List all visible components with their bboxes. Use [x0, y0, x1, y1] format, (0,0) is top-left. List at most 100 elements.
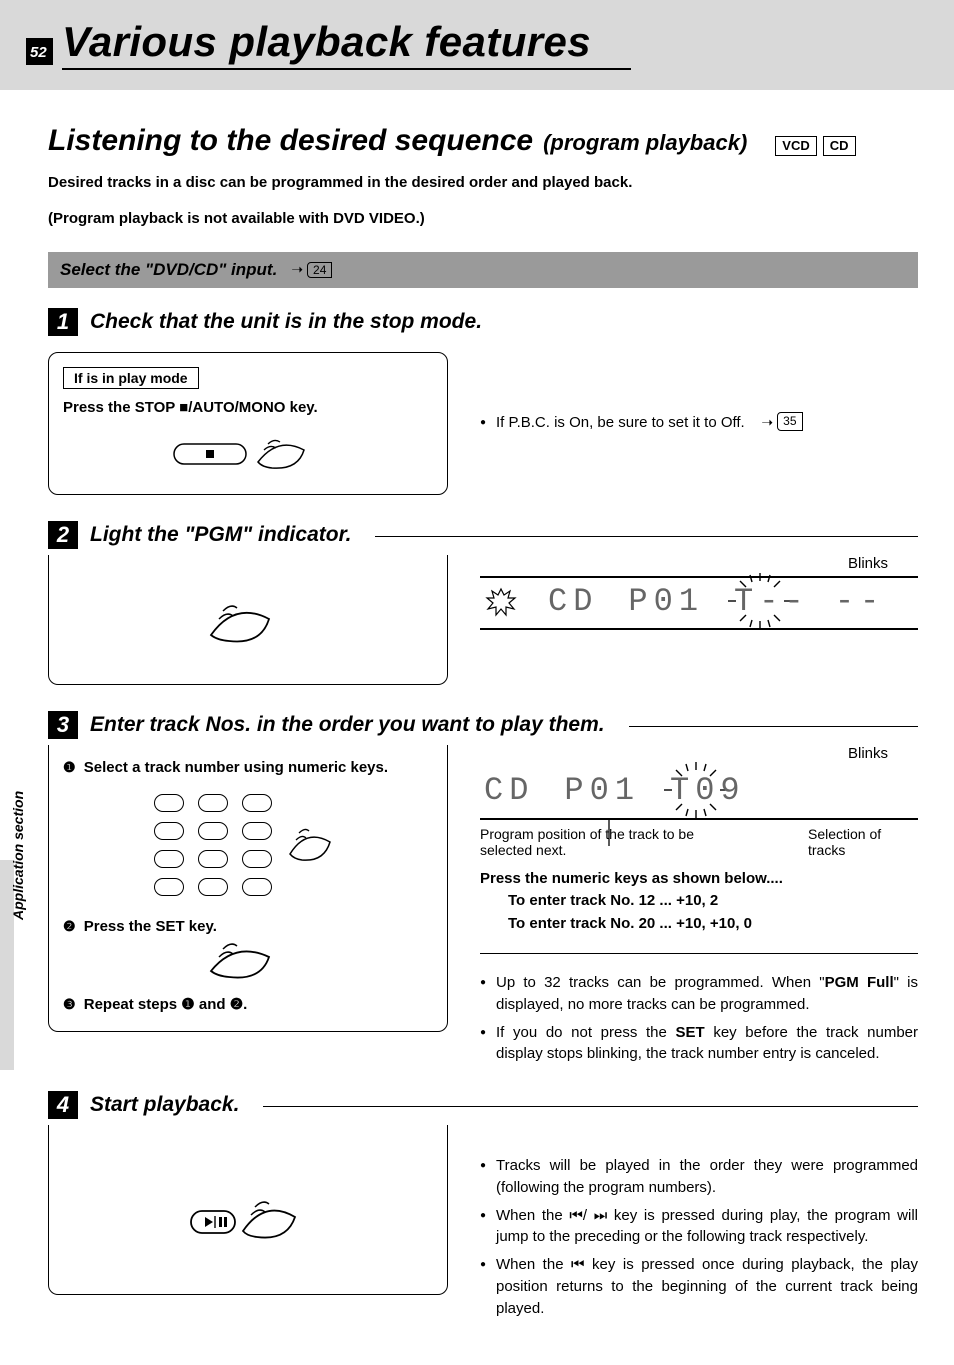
if-play-mode-label: If is in play mode [63, 367, 199, 389]
circ-2: ❷ [63, 918, 76, 935]
key-icon [242, 794, 272, 812]
play-pause-key-icon [183, 1189, 313, 1249]
lcd-display-1: CD P01 T-- -- [480, 576, 918, 630]
select-input-text: Select the "DVD/CD" input. [60, 260, 277, 280]
prev-key-note: When the ⏮ key is pressed once during pl… [480, 1254, 918, 1319]
sun-icon [484, 585, 518, 619]
note-b-bold: SET [675, 1024, 704, 1041]
key-icon [242, 878, 272, 896]
note-a-1: Up to 32 tracks can be programmed. When … [496, 974, 825, 991]
key-icon [154, 878, 184, 896]
key-icon [198, 850, 228, 868]
page-ref-box: 24 [307, 262, 332, 278]
numeric-entry-examples: Press the numeric keys as shown below...… [480, 868, 918, 936]
lcd-p01-2: P01 [564, 772, 640, 809]
section-subtitle: (program playback) [543, 130, 747, 156]
key-icon [198, 878, 228, 896]
step-4-box [48, 1125, 448, 1295]
lcd-cd-2: CD [484, 772, 534, 809]
press-12: To enter track No. 12 ... +10, 2 [480, 890, 918, 913]
step3-line1-text: Select a track number using numeric keys… [84, 759, 388, 776]
step3-line3: ❸ Repeat steps ❶ and ❷. [63, 995, 433, 1013]
stop-button-illustration [63, 430, 433, 476]
step-2-header: 2 Light the "PGM" indicator. [48, 521, 918, 549]
circ-1: ❶ [63, 759, 76, 776]
key-icon [154, 822, 184, 840]
step3-line2-text: Press the SET key. [84, 918, 217, 935]
step-2-right: Blinks CD P01 [480, 555, 918, 630]
press-20: To enter track No. 20 ... +10, +10, 0 [480, 913, 918, 936]
skip-key-note: When the ⏮/ ⏭ key is pressed during play… [480, 1205, 918, 1249]
step-number-4: 4 [48, 1091, 78, 1119]
page-ref-box-35: 35 [777, 412, 802, 431]
note-pgm-full: Up to 32 tracks can be programmed. When … [480, 972, 918, 1016]
step3-line1: ❶ Select a track number using numeric ke… [63, 759, 433, 776]
step-1-header: 1 Check that the unit is in the stop mod… [48, 308, 918, 336]
lcd-p01: P01 [628, 583, 704, 620]
playback-order-note: Tracks will be played in the order they … [480, 1155, 918, 1199]
press-header: Press the numeric keys as shown below...… [480, 868, 918, 891]
lcd-p01-2-text: P01 [564, 772, 640, 809]
section-heading-row: Listening to the desired sequence (progr… [48, 124, 918, 158]
lcd-t09: T09 [670, 772, 746, 809]
key-icon [154, 850, 184, 868]
arrow-icon: ➝ [761, 412, 773, 432]
chapter-title: Various playback features [62, 18, 631, 70]
stop-key-icon [168, 430, 328, 476]
step3-line3-text: Repeat steps ❶ and ❷. [84, 996, 248, 1013]
rule-line [263, 1106, 918, 1107]
page-ref-35: ➝ 35 [761, 412, 802, 432]
intro-text-1: Desired tracks in a disc can be programm… [48, 172, 918, 194]
step-number-1: 1 [48, 308, 78, 336]
step-3-title: Enter track Nos. in the order you want t… [90, 713, 605, 737]
pbc-off-note: If P.B.C. is On, be sure to set it to Of… [480, 412, 918, 434]
hand-press-icon [282, 820, 342, 870]
caption-program-position: Program position of the track to be sele… [480, 826, 700, 858]
key-icon [242, 850, 272, 868]
lcd-caption-row: Program position of the track to be sele… [480, 826, 918, 858]
step-4-title: Start playback. [90, 1093, 239, 1117]
circ-3: ❸ [63, 996, 76, 1013]
note-b-1: If you do not press the [496, 1024, 675, 1041]
key-icon [154, 794, 184, 812]
pointer-line-icon [608, 820, 610, 846]
key-icon [198, 822, 228, 840]
step-4-header: 4 Start playback. [48, 1091, 918, 1119]
pbc-off-text: If P.B.C. is On, be sure to set it to Of… [496, 414, 745, 431]
step-2-box [48, 555, 448, 685]
pgm-key-icon [193, 595, 303, 655]
rule-line [375, 536, 918, 537]
select-input-bar: Select the "DVD/CD" input. ➝ 24 [48, 252, 918, 288]
lcd-t-blank: T-- -- [734, 583, 885, 620]
step-2-title: Light the "PGM" indicator. [90, 523, 351, 547]
step-4-right: Tracks will be played in the order they … [480, 1125, 918, 1325]
step-3-box: ❶ Select a track number using numeric ke… [48, 745, 448, 1032]
step-1-title: Check that the unit is in the stop mode. [90, 310, 482, 334]
disc-badges: VCD CD [775, 136, 855, 156]
step-1-right: If P.B.C. is On, be sure to set it to Of… [480, 342, 918, 440]
key-icon [242, 822, 272, 840]
lcd-display-2: CD P01 [480, 766, 918, 820]
keypad-grid [154, 794, 276, 896]
note-a-bold: PGM Full [825, 974, 894, 991]
page-ref-24: ➝ 24 [291, 261, 332, 278]
blinks-label-1: Blinks [480, 555, 918, 572]
step-number-3: 3 [48, 711, 78, 739]
blinks-label-2: Blinks [480, 745, 918, 762]
lcd-cd: CD [548, 583, 598, 620]
press-stop-instruction: Press the STOP ■/AUTO/MONO key. [63, 399, 433, 416]
step-3-right: Blinks CD P01 [480, 745, 918, 1072]
caption-selection: Selection of tracks [808, 826, 918, 858]
key-icon [198, 794, 228, 812]
badge-cd: CD [823, 136, 856, 156]
rule-line [629, 726, 918, 727]
header-band: 52 Various playback features [0, 0, 954, 90]
badge-vcd: VCD [775, 136, 816, 156]
page-number: 52 [26, 38, 53, 65]
step3-line2: ❷ Press the SET key. [63, 918, 433, 935]
arrow-icon: ➝ [291, 261, 303, 278]
note-set-timeout: If you do not press the SET key before t… [480, 1022, 918, 1066]
step-1-box: If is in play mode Press the STOP ■/AUTO… [48, 352, 448, 495]
set-key-icon [193, 935, 303, 985]
main-content: Listening to the desired sequence (progr… [0, 90, 954, 1365]
